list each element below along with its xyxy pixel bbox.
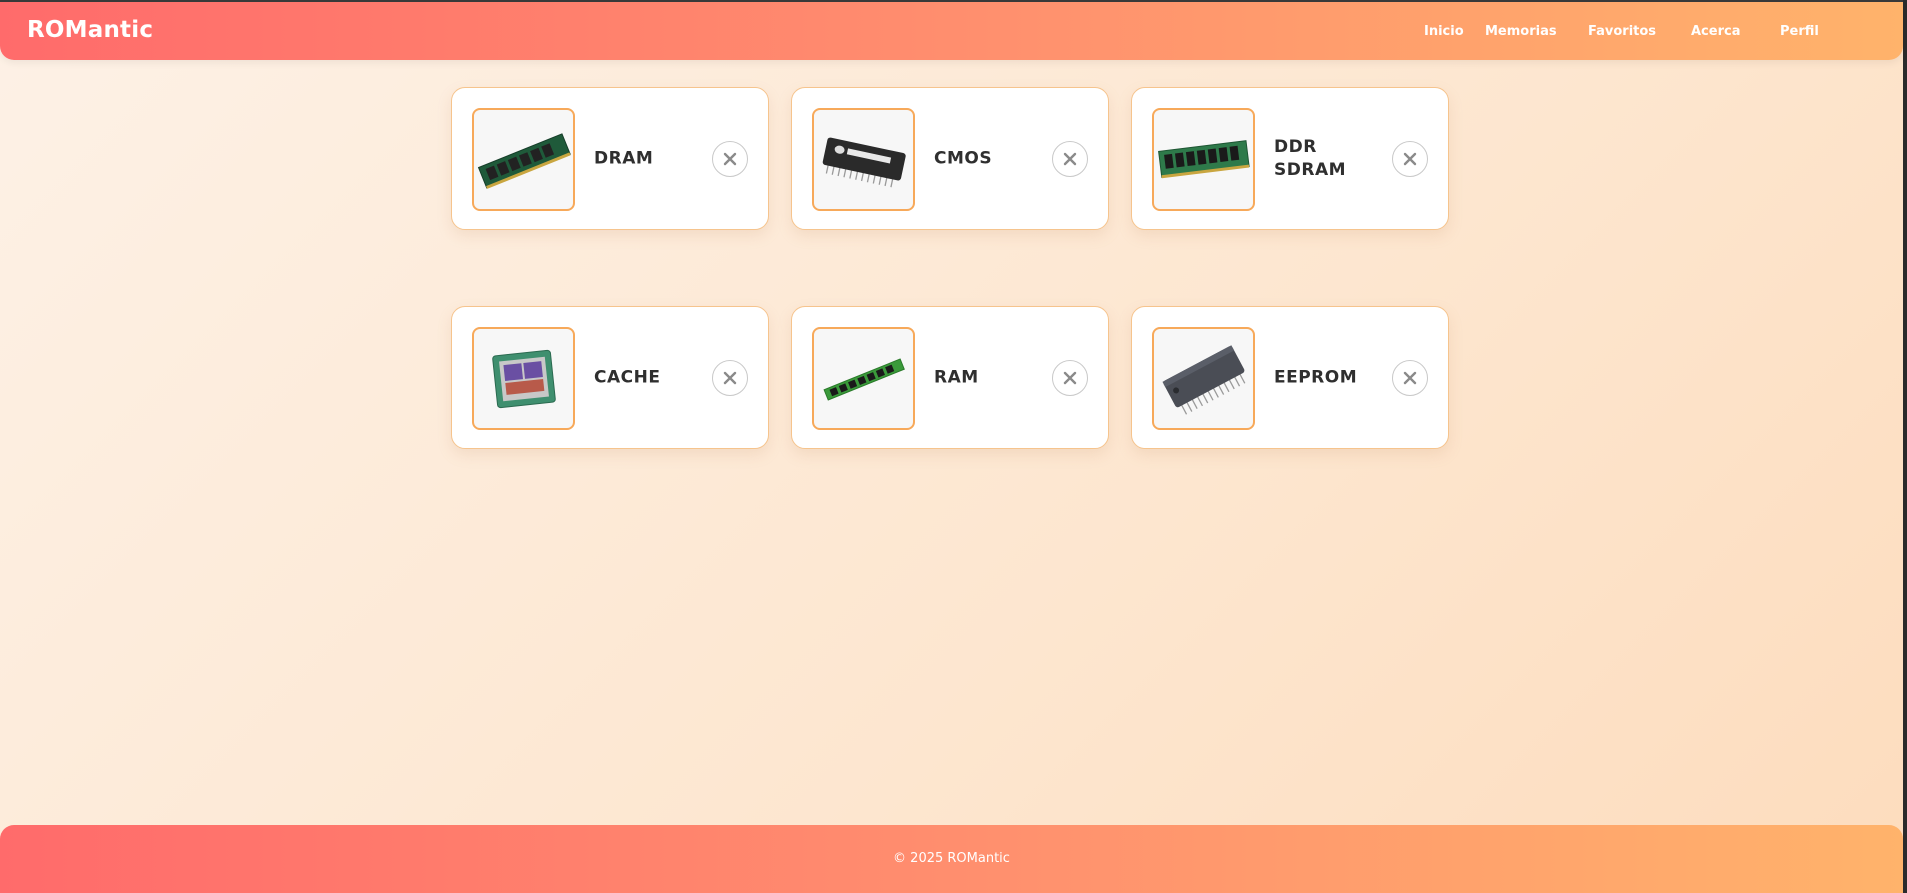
close-icon xyxy=(723,152,737,166)
nav-link-memorias[interactable]: Memorias xyxy=(1485,24,1557,39)
brand-logo[interactable]: ROMantic xyxy=(27,17,153,43)
favorite-name: DRAM xyxy=(594,148,654,168)
close-icon xyxy=(1063,152,1077,166)
favorite-name: RAM xyxy=(934,367,979,387)
favorite-card-cmos[interactable]: CMOS xyxy=(791,87,1109,230)
favorite-card-eeprom[interactable]: EEPROM xyxy=(1131,306,1449,449)
remove-favorite-button[interactable] xyxy=(712,141,748,177)
favorite-name: CACHE xyxy=(594,367,661,387)
remove-favorite-button[interactable] xyxy=(1052,141,1088,177)
close-icon xyxy=(1063,371,1077,385)
favorite-card-ram[interactable]: RAM xyxy=(791,306,1109,449)
nav-link-inicio[interactable]: Inicio xyxy=(1424,24,1464,39)
favorite-name: DDR SDRAM xyxy=(1274,136,1347,180)
remove-favorite-button[interactable] xyxy=(1392,360,1428,396)
close-icon xyxy=(1403,371,1417,385)
close-icon xyxy=(723,371,737,385)
ddr-sdram-module-image xyxy=(1152,108,1255,211)
favorite-name: CMOS xyxy=(934,148,993,168)
window-right-edge xyxy=(1903,0,1907,893)
top-navbar: ROMantic Inicio Memorias Favoritos Acerc… xyxy=(0,2,1903,60)
nav-link-acerca[interactable]: Acerca xyxy=(1691,24,1740,39)
remove-favorite-button[interactable] xyxy=(712,360,748,396)
nav-link-perfil[interactable]: Perfil xyxy=(1780,24,1819,39)
eeprom-chip-image xyxy=(1152,327,1255,430)
favorite-card-cache[interactable]: CACHE xyxy=(451,306,769,449)
favorite-card-dram[interactable]: DRAM xyxy=(451,87,769,230)
favorite-name: EEPROM xyxy=(1274,367,1358,387)
page-footer: © 2025 ROMantic xyxy=(0,825,1903,893)
dram-module-image xyxy=(472,108,575,211)
favorite-card-ddr-sdram[interactable]: DDR SDRAM xyxy=(1131,87,1449,230)
close-icon xyxy=(1403,152,1417,166)
remove-favorite-button[interactable] xyxy=(1052,360,1088,396)
cmos-chip-image xyxy=(812,108,915,211)
ram-stick-image xyxy=(812,327,915,430)
nav-link-favoritos[interactable]: Favoritos xyxy=(1588,24,1656,39)
remove-favorite-button[interactable] xyxy=(1392,141,1428,177)
cache-processor-image xyxy=(472,327,575,430)
copyright-text: © 2025 ROMantic xyxy=(893,851,1010,866)
